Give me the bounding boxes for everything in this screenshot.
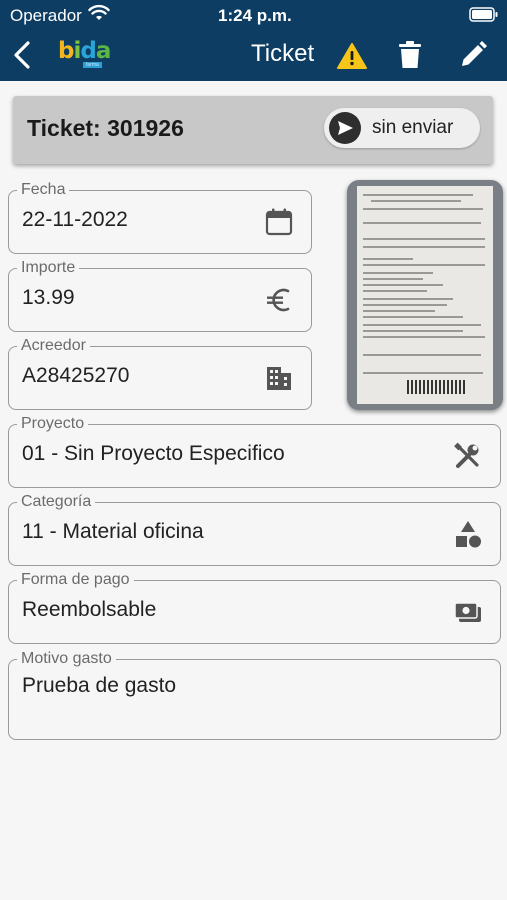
fecha-value: 22-11-2022 xyxy=(22,208,128,231)
calendar-icon[interactable] xyxy=(264,207,294,237)
send-status-label: sin enviar xyxy=(372,117,454,138)
forma-pago-value: Reembolsable xyxy=(22,598,157,621)
shapes-icon[interactable] xyxy=(453,519,483,549)
ticket-header: Ticket: 301926 sin enviar xyxy=(13,96,493,164)
acreedor-field[interactable]: Acreedor A28425270 xyxy=(8,336,312,410)
importe-value: 13.99 xyxy=(22,286,75,309)
tools-icon[interactable] xyxy=(453,441,483,471)
receipt-image[interactable] xyxy=(347,180,503,410)
battery-icon xyxy=(469,7,498,22)
categoria-field[interactable]: Categoría 11 - Material oficina xyxy=(8,492,501,566)
importe-field[interactable]: Importe 13.99 xyxy=(8,258,312,332)
send-status-chip[interactable]: sin enviar xyxy=(324,108,480,148)
send-icon xyxy=(329,112,361,144)
clock: 1:24 p.m. xyxy=(218,6,292,25)
proyecto-label: Proyecto xyxy=(17,414,89,434)
delete-button[interactable] xyxy=(396,40,424,70)
categoria-value: 11 - Material oficina xyxy=(22,520,204,543)
cash-icon[interactable] xyxy=(453,597,483,627)
status-bar: Operador 1:24 p.m. xyxy=(0,0,507,30)
fecha-field[interactable]: Fecha 22-11-2022 xyxy=(8,180,312,254)
building-icon[interactable] xyxy=(264,363,294,393)
ticket-title: Ticket: 301926 xyxy=(27,115,184,141)
forma-pago-field[interactable]: Forma de pago Reembolsable xyxy=(8,570,501,644)
proyecto-field[interactable]: Proyecto 01 - Sin Proyecto Especifico xyxy=(8,414,501,488)
euro-icon xyxy=(267,288,290,312)
warning-icon[interactable] xyxy=(336,42,368,70)
forma-pago-label: Forma de pago xyxy=(17,570,134,590)
nav-bar: bida farma Ticket xyxy=(0,30,507,81)
motivo-value: Prueba de gasto xyxy=(22,674,177,697)
importe-label: Importe xyxy=(17,258,80,278)
categoria-label: Categoría xyxy=(17,492,96,512)
top-bar: Operador 1:24 p.m. bida farma Ticket xyxy=(0,0,507,81)
acreedor-value: A28425270 xyxy=(22,364,130,387)
app-logo: bida farma xyxy=(58,38,111,68)
motivo-label: Motivo gasto xyxy=(17,649,116,669)
acreedor-label: Acreedor xyxy=(17,336,90,356)
motivo-field[interactable]: Motivo gasto Prueba de gasto xyxy=(8,649,501,740)
page-title: Ticket xyxy=(251,40,315,67)
wifi-icon xyxy=(88,4,110,20)
carrier-label: Operador xyxy=(10,6,82,25)
back-button[interactable] xyxy=(8,38,38,72)
proyecto-value: 01 - Sin Proyecto Especifico xyxy=(22,442,285,465)
receipt-paper xyxy=(357,186,493,404)
fecha-label: Fecha xyxy=(17,180,70,200)
edit-button[interactable] xyxy=(458,40,488,70)
